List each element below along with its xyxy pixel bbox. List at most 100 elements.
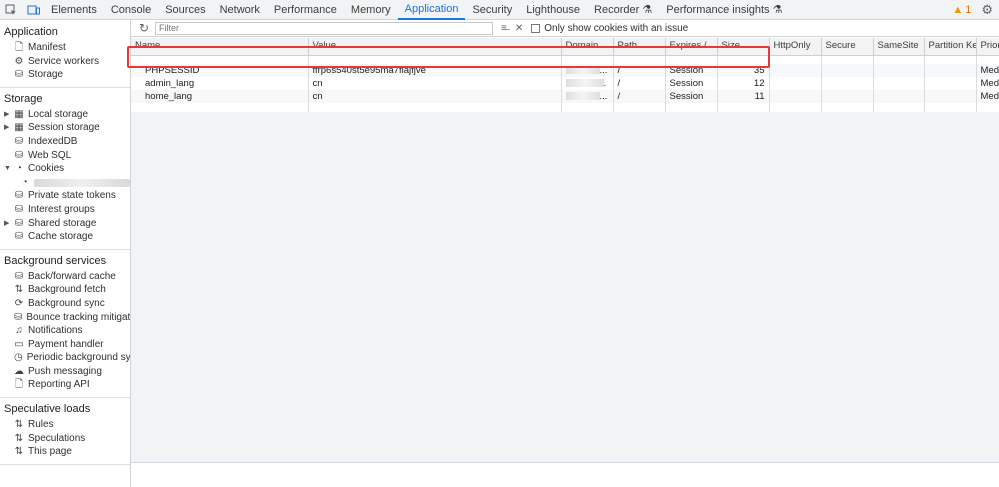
inspect-element-icon[interactable]	[0, 0, 22, 20]
sidebar-item-periodic-background-sync[interactable]: ◷ Periodic background sync	[0, 351, 130, 365]
column-header-partition-key[interactable]: Partition Key	[924, 38, 977, 56]
sidebar-item-label: Local storage	[28, 108, 89, 120]
sidebar-item-background-sync[interactable]: ⟳ Background sync	[0, 297, 130, 311]
sidebar-item-label: Background fetch	[28, 284, 106, 296]
column-header-size[interactable]: Size	[717, 38, 770, 56]
tab-network[interactable]: Network	[213, 0, 267, 20]
sidebar-item-service-workers[interactable]: ⚙ Service workers	[0, 55, 130, 69]
cookie-expires: Session	[665, 77, 718, 90]
table-spacer-row	[131, 103, 999, 112]
cookie-expires: Session	[665, 64, 718, 77]
database-icon: ⛁	[14, 270, 24, 282]
column-header-httponly[interactable]: HttpOnly	[769, 38, 822, 56]
expand-arrow-icon[interactable]: ▶	[4, 108, 9, 122]
cookie-partition-key	[924, 77, 977, 90]
sidebar-item-interest-groups[interactable]: ⛁ Interest groups	[0, 203, 130, 217]
sidebar-item-label: Manifest	[28, 42, 66, 53]
column-header-secure[interactable]: Secure	[821, 38, 874, 56]
sidebar-item-bounce-tracking[interactable]: ⛁Bounce tracking mitigations	[0, 311, 130, 325]
column-header-samesite[interactable]: SameSite	[873, 38, 925, 56]
refresh-icon[interactable]: ↻	[135, 21, 153, 35]
sidebar-item-reporting-api[interactable]: 🗋 Reporting API	[0, 378, 130, 392]
sidebar-item-private-state-tokens[interactable]: ⛁ Private state tokens	[0, 189, 130, 203]
tab-performance-insights[interactable]: Performance insights ⚗	[659, 0, 789, 20]
expand-arrow-icon[interactable]: ▶	[4, 121, 9, 135]
table-row[interactable]: home_lang cn ... / Session 11 Medi	[131, 90, 999, 103]
table-row[interactable]: admin_lang cn . / Session 12 Medi	[131, 77, 999, 90]
cookie-httponly	[769, 90, 822, 103]
sidebar-item-payment-handler[interactable]: ▭ Payment handler	[0, 338, 130, 352]
section-title-speculative-loads: Speculative loads	[4, 403, 91, 416]
column-header-domain[interactable]: Domain	[561, 38, 614, 56]
tab-security[interactable]: Security	[465, 0, 519, 20]
clear-icon[interactable]: ✕	[515, 23, 523, 34]
bell-icon: ♫	[15, 325, 23, 337]
table-row[interactable]: PHPSESSID ffrp6s540st5e95ma7fiajfjve ...…	[131, 64, 999, 77]
database-icon: ⛁	[14, 231, 24, 243]
sync-icon: ⟳	[14, 297, 24, 309]
tab-console[interactable]: Console	[104, 0, 158, 20]
sidebar-item-indexeddb[interactable]: ⛁ IndexedDB	[0, 135, 130, 149]
cookie-name: home_lang	[131, 90, 309, 103]
sidebar-item-web-sql[interactable]: ⛁ Web SQL	[0, 149, 130, 163]
tab-recorder-label: Recorder	[594, 3, 640, 16]
blurred-domain	[565, 91, 600, 100]
sidebar-item-label: Back/forward cache	[28, 270, 116, 282]
panel-divider[interactable]	[131, 462, 999, 463]
sidebar-item-rules[interactable]: ⇅ Rules	[0, 418, 130, 432]
up-down-arrows-icon: ⇅	[14, 419, 24, 431]
sidebar-item-label: Interest groups	[28, 203, 95, 215]
tab-performance[interactable]: Performance	[267, 0, 344, 20]
sidebar-item-storage[interactable]: ⛁ Storage	[0, 68, 130, 82]
tab-lighthouse[interactable]: Lighthouse	[519, 0, 587, 20]
cookie-value: cn	[308, 90, 562, 103]
section-title-application: Application	[4, 26, 58, 38]
tab-application[interactable]: Application	[397, 0, 466, 20]
sidebar-item-shared-storage[interactable]: ▶ ⛁ Shared storage	[0, 217, 130, 231]
gear-icon[interactable]: ⚙	[981, 2, 993, 18]
tab-sources[interactable]: Sources	[158, 0, 212, 20]
only-issue-checkbox[interactable]	[531, 23, 541, 33]
clear-filtered-icon[interactable]: ≡̶	[501, 23, 507, 34]
column-header-path[interactable]: Path	[613, 38, 666, 56]
database-icon: ⛁	[14, 311, 23, 323]
cookie-domain-text: .	[603, 77, 607, 89]
sidebar-item-manifest[interactable]: 🗋 Manifest	[0, 41, 130, 55]
filter-input[interactable]	[155, 21, 493, 35]
cookie-priority: Medi	[976, 77, 999, 90]
cookie-value: cn	[308, 77, 562, 90]
sidebar-item-cookies[interactable]: ▼ ◔ Cookies	[0, 162, 130, 176]
flask-icon: ⚗	[642, 3, 653, 16]
expand-arrow-icon[interactable]: ▶	[4, 217, 9, 231]
collapse-arrow-icon[interactable]: ▼	[4, 162, 11, 176]
sidebar-item-cookie-origin[interactable]: ◔	[0, 176, 130, 190]
column-header-expires[interactable]: Expires / ...	[665, 38, 718, 56]
sidebar-item-notifications[interactable]: ♫ Notifications	[0, 324, 130, 338]
tab-recorder[interactable]: Recorder ⚗	[587, 0, 659, 20]
cookie-secure	[821, 90, 874, 103]
cookie-size: 12	[717, 77, 770, 90]
sidebar-item-background-fetch[interactable]: ⇅ Background fetch	[0, 283, 130, 297]
sidebar-item-this-page[interactable]: ⇅ This page	[0, 445, 130, 459]
sidebar-item-cache-storage[interactable]: ⛁ Cache storage	[0, 230, 130, 244]
device-toolbar-icon[interactable]	[22, 0, 44, 20]
warnings-counter[interactable]: ▲ 1	[952, 4, 971, 16]
divider	[0, 86, 130, 88]
sidebar-item-push-messaging[interactable]: ☁ Push messaging	[0, 365, 130, 379]
only-issue-label: Only show cookies with an issue	[544, 22, 689, 34]
sidebar-item-local-storage[interactable]: ▶ ▦ Local storage	[0, 108, 130, 122]
up-down-arrows-icon: ⇅	[14, 284, 24, 296]
column-header-priority[interactable]: Prior	[976, 38, 999, 56]
tab-memory[interactable]: Memory	[344, 0, 398, 20]
column-header-name[interactable]: Name	[131, 38, 309, 56]
document-icon: 🗋	[14, 379, 24, 391]
tab-elements[interactable]: Elements	[44, 0, 104, 20]
sidebar-item-label: Speculations	[28, 432, 86, 444]
divider	[0, 463, 130, 465]
column-header-value[interactable]: Value	[308, 38, 562, 56]
sidebar-item-back-forward-cache[interactable]: ⛁ Back/forward cache	[0, 270, 130, 284]
sidebar-item-speculations[interactable]: ⇅ Speculations	[0, 432, 130, 446]
cookie-samesite	[873, 77, 925, 90]
cookie-samesite	[873, 90, 925, 103]
sidebar-item-session-storage[interactable]: ▶ ▦ Session storage	[0, 121, 130, 135]
